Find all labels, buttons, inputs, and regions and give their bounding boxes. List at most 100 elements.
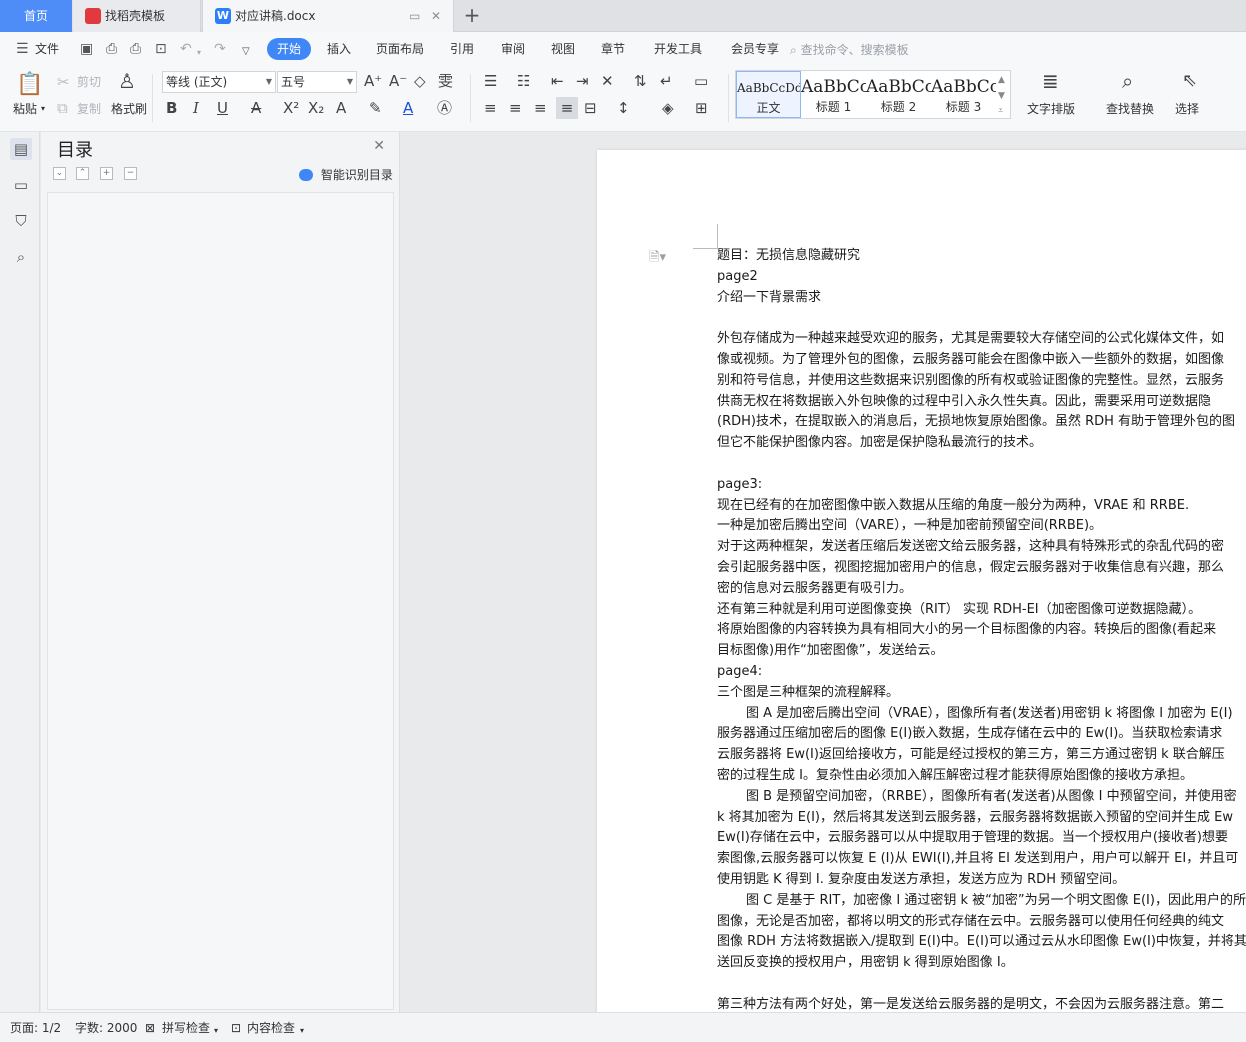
style-heading-3[interactable]: AaBbCcI 标题 3	[931, 71, 996, 118]
align-center-icon[interactable]: ≡	[509, 99, 522, 117]
tab-document[interactable]: W 对应讲稿.docx ▭ ✕	[202, 0, 454, 32]
expand-icon[interactable]: ⌄	[53, 167, 66, 180]
style-heading-2[interactable]: AaBbCc 标题 2	[866, 71, 931, 118]
hamburger-menu-icon[interactable]: ☰	[16, 41, 29, 57]
menu-file[interactable]: 文件	[35, 41, 59, 57]
style-heading-1[interactable]: AaBbCc 标题 1	[801, 71, 866, 118]
document-line: 图像 RDH 方法将数据嵌入/提取到 E(I)中。E(I)可以通过云从水印图像 …	[717, 934, 1246, 950]
italic-icon[interactable]: I	[193, 99, 199, 117]
ruler-icon[interactable]: ▭	[694, 72, 708, 90]
new-tab-button[interactable]: +	[462, 0, 482, 32]
bold-icon[interactable]: B	[166, 99, 177, 117]
sort-icon[interactable]: ⇅	[634, 72, 647, 90]
tab-home[interactable]: 首页	[0, 0, 72, 32]
shrink-font-icon[interactable]: A⁻	[389, 72, 407, 90]
font-name-select[interactable]: 等线 (正文) ▼	[162, 71, 276, 93]
tab-template[interactable]: 找稻壳模板	[73, 0, 201, 32]
cut-button[interactable]: 剪切	[77, 74, 101, 90]
text-layout-button[interactable]: 文字排版	[1027, 101, 1075, 117]
docer-logo-icon	[85, 8, 101, 24]
style-more-icon[interactable]: ⩡	[998, 102, 1003, 120]
collapse-icon[interactable]: ⌃	[76, 167, 89, 180]
print-icon[interactable]: ⎙	[130, 41, 141, 57]
align-left-icon[interactable]: ≡	[484, 99, 497, 117]
distribute-icon[interactable]: ⊟	[584, 99, 597, 117]
show-marks-icon[interactable]: ↵	[660, 72, 673, 90]
strikethrough-icon[interactable]: A	[251, 99, 261, 117]
copy-button[interactable]: 复制	[77, 101, 101, 117]
text-effect-icon[interactable]: A	[336, 99, 346, 117]
document-body[interactable]: 题目：无损信息隐藏研究 page2 介绍一下背景需求 外包存储成为一种越来越受欢迎的服…	[717, 246, 1246, 1012]
demote-icon[interactable]: −	[124, 167, 137, 180]
quick-access-dropdown-icon[interactable]: ▽	[242, 44, 250, 60]
spell-check-button[interactable]: 拼写检查	[162, 1020, 210, 1036]
char-border-icon[interactable]: Ⓐ	[437, 99, 452, 117]
increase-indent-icon[interactable]: ⇥	[576, 72, 589, 90]
underline-icon[interactable]: U	[217, 99, 228, 117]
clear-format-icon[interactable]: ◇	[414, 72, 426, 90]
undo-icon[interactable]: ↶	[180, 41, 192, 57]
menu-member[interactable]: 会员专享	[731, 41, 779, 57]
phonetic-guide-icon[interactable]: 雯	[438, 72, 453, 90]
toc-panel-icon[interactable]: ▤	[10, 138, 32, 160]
page-indicator[interactable]: 页面: 1/2	[10, 1020, 61, 1036]
shading-icon[interactable]: ◈	[662, 99, 674, 117]
numbered-list-icon[interactable]: ☷	[517, 72, 530, 90]
paragraph-menu-icon[interactable]: 🗎▾	[649, 248, 666, 270]
menu-start[interactable]: 开始	[267, 38, 311, 60]
justify-icon[interactable]: ≡	[556, 97, 578, 119]
ribbon-divider	[470, 74, 471, 122]
bookmark-icon[interactable]: ⛉	[10, 210, 32, 232]
select-button[interactable]: 选择	[1175, 101, 1199, 117]
decrease-indent-icon[interactable]: ⇤	[551, 72, 564, 90]
menu-developer[interactable]: 开发工具	[654, 41, 702, 57]
search-panel-icon[interactable]: ⌕	[10, 246, 32, 268]
smart-toc-button[interactable]: 智能识别目录	[299, 166, 393, 183]
font-size-select[interactable]: 五号 ▼	[277, 71, 357, 93]
style-heading-2-label: 标题 2	[880, 100, 917, 114]
line-spacing-icon[interactable]: ↕	[617, 99, 630, 117]
find-replace-button[interactable]: 查找替换	[1106, 101, 1154, 117]
word-count[interactable]: 字数: 2000	[75, 1020, 137, 1036]
document-page[interactable]: 🗎▾ 题目：无损信息隐藏研究 page2 介绍一下背景需求 外包存储成为一种越来越受欢…	[597, 150, 1246, 1012]
content-check-button[interactable]: 内容检查	[247, 1020, 295, 1036]
highlight-icon[interactable]: ✎	[369, 99, 382, 117]
chapter-nav-icon[interactable]: ▭	[10, 174, 32, 196]
export-pdf-icon[interactable]: ⎙	[106, 41, 117, 57]
border-icon[interactable]: ⊞	[695, 99, 708, 117]
paste-icon[interactable]: 📋	[16, 72, 43, 98]
menu-view[interactable]: 视图	[551, 41, 575, 57]
menu-references[interactable]: 引用	[450, 41, 474, 57]
paste-dropdown-icon[interactable]: ▾	[41, 101, 45, 117]
font-color-icon[interactable]: A	[403, 99, 413, 117]
subscript-icon[interactable]: X₂	[308, 99, 324, 117]
promote-icon[interactable]: +	[100, 167, 113, 180]
undo-dropdown-icon[interactable]: ▾	[197, 45, 201, 61]
format-painter-button[interactable]: 格式刷	[111, 101, 147, 117]
style-normal[interactable]: AaBbCcDd 正文	[736, 71, 801, 118]
bullet-list-icon[interactable]: ☰	[484, 72, 497, 90]
window-mode-icon[interactable]: ▭	[409, 0, 420, 32]
menu-section[interactable]: 章节	[601, 41, 625, 57]
select-cursor-icon: ⇖	[1182, 70, 1198, 91]
menu-review[interactable]: 审阅	[501, 41, 525, 57]
toc-list[interactable]	[47, 192, 394, 1010]
redo-icon[interactable]: ↷	[214, 41, 226, 57]
tab-document-label: 对应讲稿.docx	[235, 9, 316, 23]
content-check-dropdown-icon[interactable]: ▾	[300, 1023, 304, 1039]
font-size-value: 五号	[281, 75, 306, 89]
chinese-layout-icon[interactable]: ✕	[601, 72, 614, 90]
paste-button[interactable]: 粘贴	[13, 101, 37, 117]
command-search[interactable]: ⌕ 查找命令、搜索模板	[790, 41, 909, 58]
menu-insert[interactable]: 插入	[327, 41, 351, 57]
spell-check-dropdown-icon[interactable]: ▾	[214, 1023, 218, 1039]
menu-page-layout[interactable]: 页面布局	[376, 41, 424, 57]
superscript-icon[interactable]: X²	[283, 99, 299, 117]
close-tab-icon[interactable]: ✕	[431, 0, 441, 32]
grow-font-icon[interactable]: A⁺	[364, 72, 382, 90]
print-preview-icon[interactable]: ⊡	[155, 41, 167, 57]
align-right-icon[interactable]: ≡	[534, 99, 547, 117]
close-icon[interactable]: ✕	[373, 138, 385, 154]
save-icon[interactable]: ▣	[80, 41, 93, 57]
